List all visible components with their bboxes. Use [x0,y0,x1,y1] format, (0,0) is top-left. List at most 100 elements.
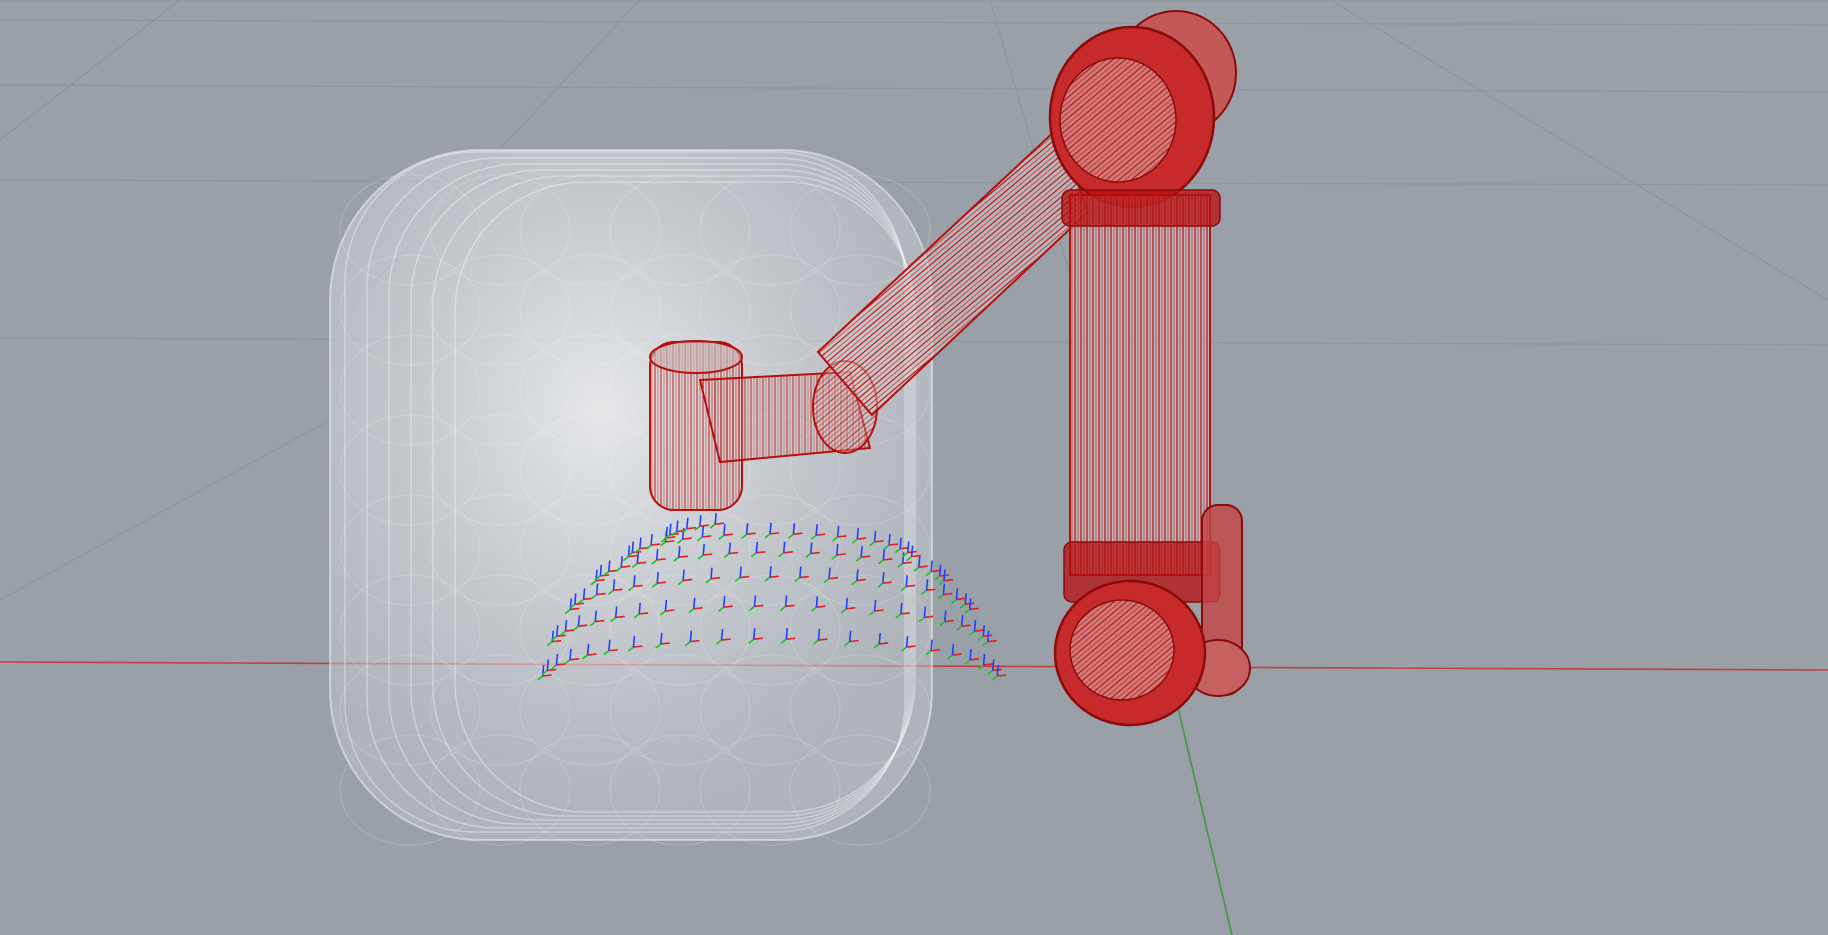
frame-x-axis [816,533,826,537]
frame-z-axis [918,556,921,568]
target-frame [977,625,993,641]
scene-canvas[interactable] [0,0,1828,935]
frame-z-axis [817,628,821,641]
frame-x-axis [660,642,670,645]
upper-arm-collar-top [1061,189,1221,227]
frame-x-axis [608,648,618,652]
frame-x-axis [633,645,643,648]
frame-z-axis [848,630,852,642]
frame-x-axis [924,615,934,619]
frame-x-axis [621,565,631,569]
frame-x-axis [961,624,971,627]
frame-x-axis [570,607,580,611]
frame-x-axis [952,653,962,656]
frame-z-axis [595,583,599,595]
frame-x-axis [769,532,780,535]
frame-x-axis [816,605,826,608]
frame-z-axis [633,575,636,587]
frame-z-axis [636,552,640,564]
frame-x-axis [556,663,566,666]
frame-y-axis [938,580,945,586]
frame-x-axis [639,612,649,615]
frame-z-axis [681,528,685,540]
frame-x-axis [918,565,928,569]
frame-y-axis [959,603,966,609]
frame-z-axis [722,596,726,608]
frame-z-axis [755,541,759,553]
frame-x-axis [902,561,912,565]
frame-z-axis [925,579,929,591]
frame-z-axis [943,610,947,622]
elbow-cap-face [1059,57,1177,183]
frame-x-axis [723,533,733,537]
frame-z-axis [873,530,877,542]
frame-x-axis [879,642,889,645]
frame-z-axis [845,597,849,609]
frame-z-axis [809,542,813,554]
frame-z-axis [982,653,986,666]
frame-x-axis [882,581,892,585]
frame-y-axis [950,598,957,604]
frame-x-axis [678,555,688,558]
frame-z-axis [752,628,756,640]
frame-x-axis [542,674,552,677]
frame-z-axis [873,599,877,612]
frame-x-axis [650,543,661,546]
frame-z-axis [659,632,663,645]
frame-x-axis [983,663,993,666]
grid-line [1329,0,1828,301]
frame-z-axis [856,569,859,581]
frame-x-axis [818,638,828,641]
frame-x-axis [974,629,984,632]
frame-x-axis [769,575,780,578]
grid-line [0,179,1828,186]
frame-x-axis [931,569,941,573]
target-frame [937,583,953,600]
frame-z-axis [682,569,685,581]
frame-z-axis [607,560,611,572]
frame-z-axis [594,610,598,622]
frame-z-axis [655,548,659,561]
frame-z-axis [769,566,772,578]
frame-x-axis [888,543,899,546]
frame-z-axis [905,635,909,648]
frame-z-axis [785,628,789,640]
frame-z-axis [699,515,702,527]
target-frame [939,610,954,627]
3d-viewport[interactable] [0,0,1828,935]
frame-x-axis [633,584,643,588]
frame-z-axis [828,567,831,579]
frame-x-axis [857,537,867,540]
frame-z-axis [728,542,732,554]
elbow-joint [1048,10,1237,209]
frame-x-axis [944,619,954,623]
frame-x-axis [828,576,839,580]
workspace-volume[interactable] [329,149,933,846]
frame-y-axis [956,625,963,631]
frame-x-axis [578,624,588,627]
frame-z-axis [799,566,802,578]
grid-line [0,419,331,601]
frame-x-axis [956,597,966,601]
frame-z-axis [943,569,946,581]
shoulder-cap-face [1069,599,1175,701]
frame-z-axis [782,541,786,553]
frame-x-axis [931,648,941,652]
frame-z-axis [910,545,914,557]
frame-x-axis [596,592,606,596]
frame-x-axis [783,550,793,554]
frame-z-axis [573,593,577,605]
frame-x-axis [710,576,721,580]
frame-z-axis [632,635,636,648]
frame-x-axis [686,526,696,530]
frame-x-axis [637,561,647,565]
frame-x-axis [702,535,712,538]
frame-z-axis [792,523,796,535]
frame-z-axis [942,583,946,595]
frame-x-axis [997,674,1007,677]
frame-x-axis [906,645,916,648]
frame-x-axis [699,524,709,527]
target-frame [982,630,997,647]
frame-y-axis [937,593,944,600]
frame-x-axis [883,558,893,561]
